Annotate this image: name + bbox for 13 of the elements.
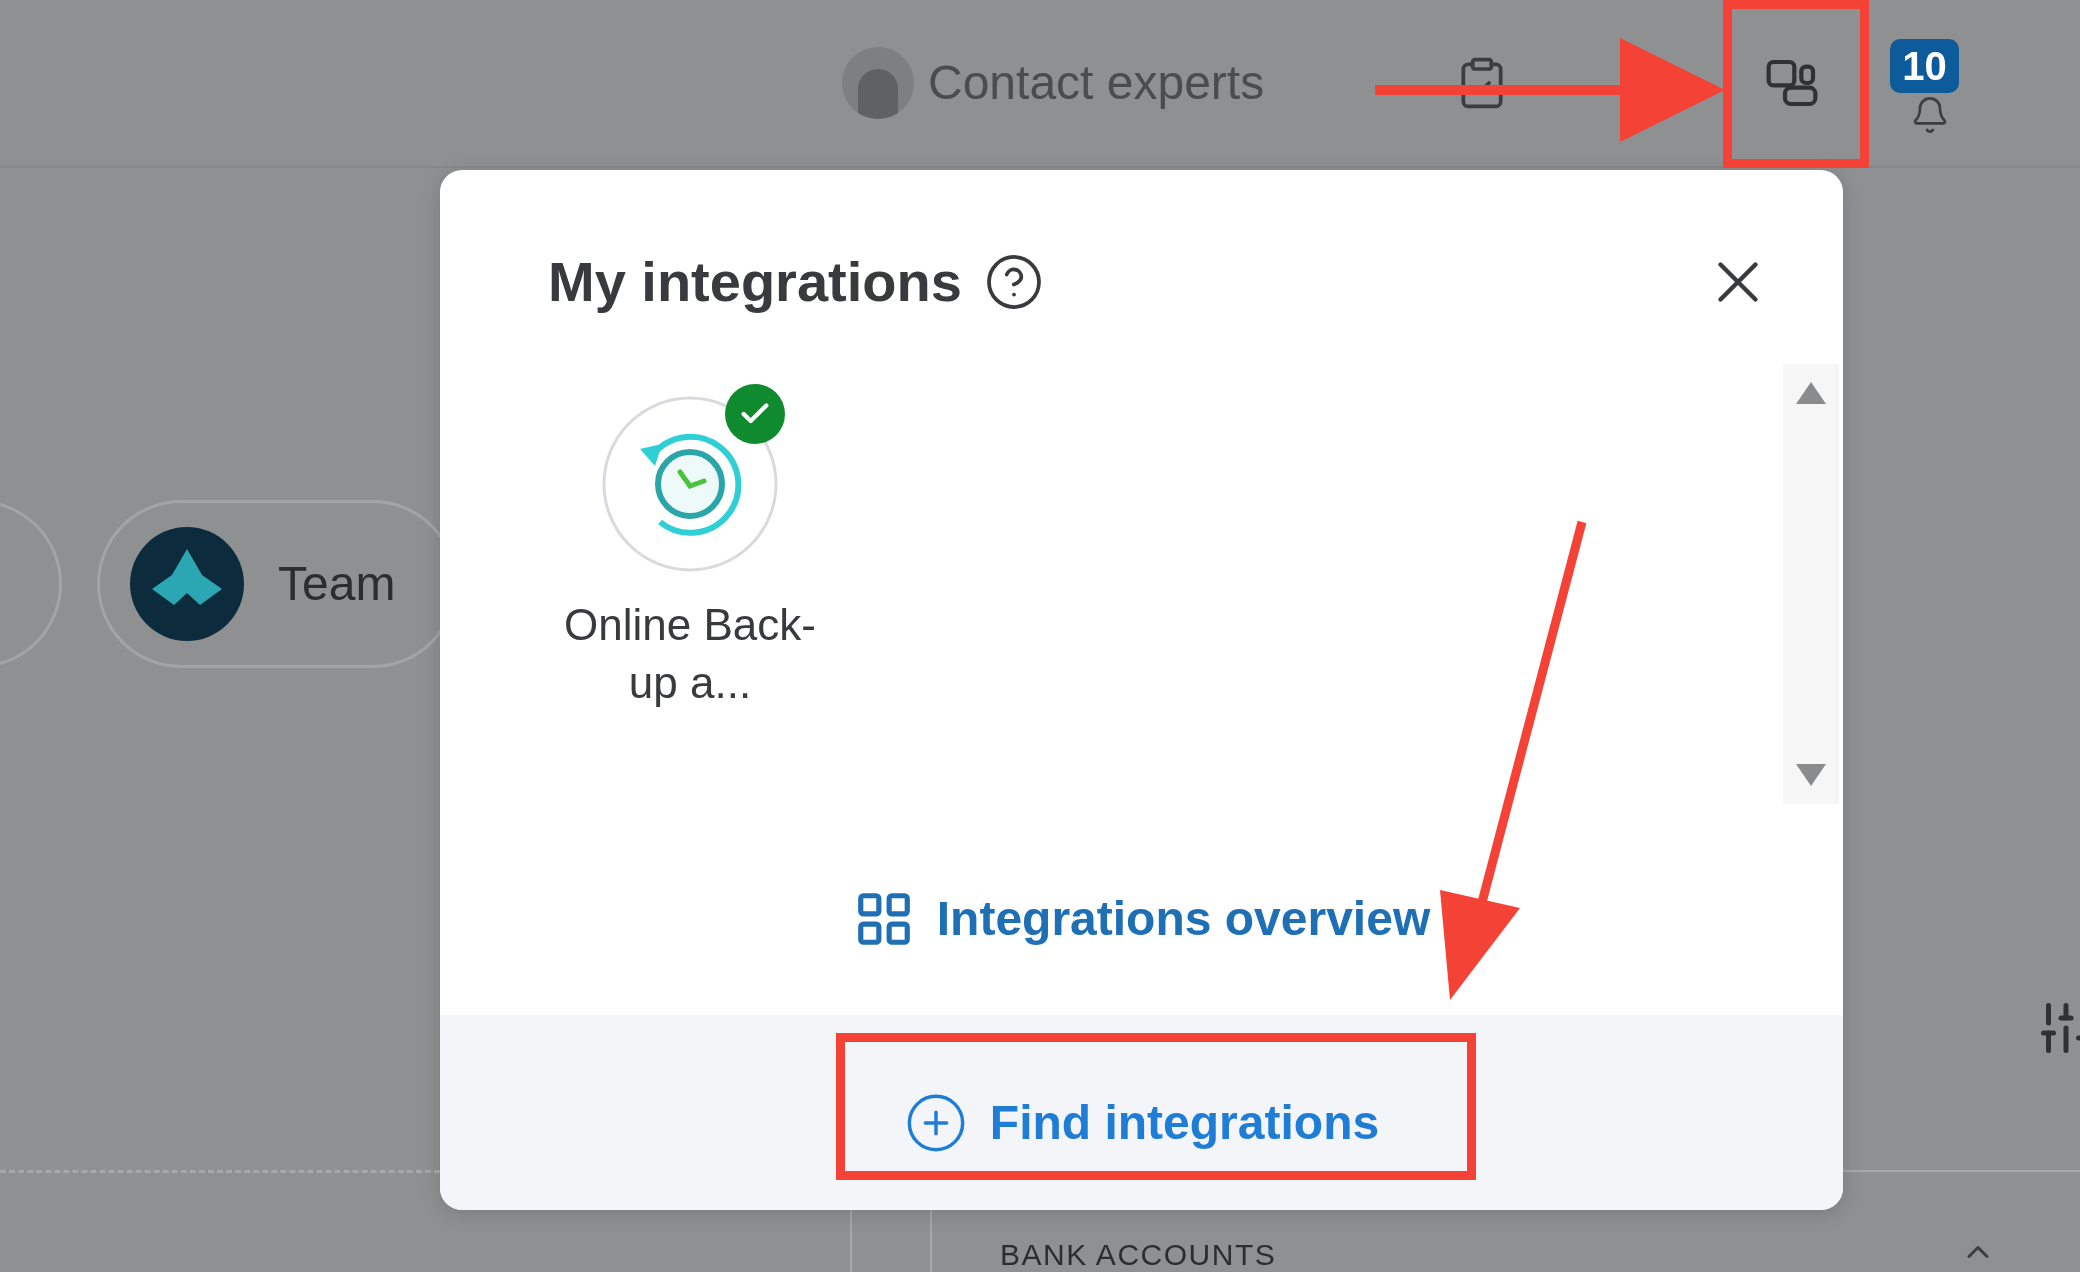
scroll-up-icon[interactable] bbox=[1796, 382, 1826, 404]
notification-badge: 10 bbox=[1890, 39, 1959, 93]
scrollbar[interactable] bbox=[1783, 364, 1839, 804]
section-heading: BANK ACCOUNTS bbox=[1000, 1237, 1277, 1272]
popup-title: My integrations bbox=[548, 249, 962, 315]
app-name[interactable]: Online Back-up a... bbox=[540, 596, 840, 712]
scroll-down-icon[interactable] bbox=[1796, 764, 1826, 786]
find-integrations-button[interactable]: Find integrations bbox=[903, 1086, 1380, 1159]
team-logo-icon bbox=[130, 527, 244, 641]
team-label: Team bbox=[278, 556, 396, 612]
backup-clock-icon bbox=[600, 394, 780, 574]
integrations-overview-link[interactable]: Integrations overview bbox=[852, 883, 1431, 955]
contact-experts-link[interactable]: Contact experts bbox=[928, 47, 1265, 119]
